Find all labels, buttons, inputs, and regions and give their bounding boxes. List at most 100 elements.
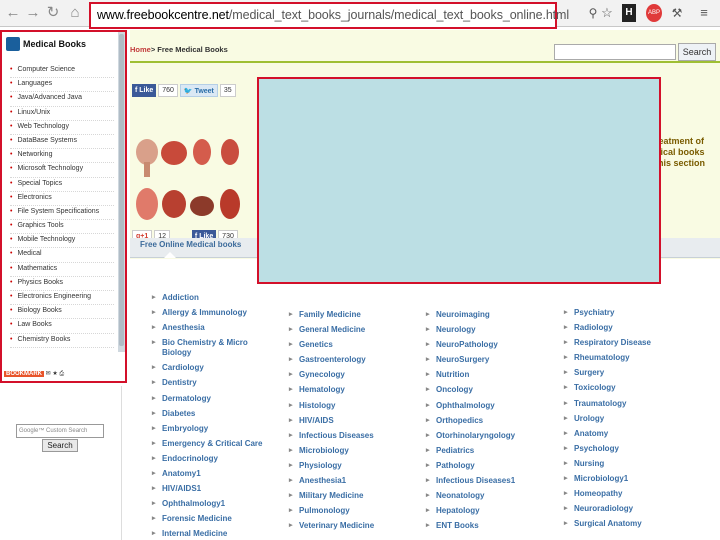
category-link[interactable]: Physiology bbox=[289, 461, 409, 471]
category-link[interactable]: Surgical Anatomy bbox=[564, 519, 684, 529]
category-link[interactable]: Neuroradiology bbox=[564, 504, 684, 514]
site-search-input[interactable] bbox=[554, 44, 676, 60]
sidebar-item[interactable]: Mathematics bbox=[10, 263, 114, 277]
category-link[interactable]: Oncology bbox=[426, 385, 546, 395]
tools-icon[interactable]: ⚒ bbox=[670, 4, 684, 22]
category-link[interactable]: Anatomy bbox=[564, 429, 684, 439]
category-link[interactable]: Microbiology1 bbox=[564, 474, 684, 484]
category-link[interactable]: Genetics bbox=[289, 340, 409, 350]
category-link[interactable]: Neonatology bbox=[426, 491, 546, 501]
category-link[interactable]: Gastroenterology bbox=[289, 355, 409, 365]
category-link[interactable]: Veterinary Medicine bbox=[289, 521, 409, 531]
sidebar-item[interactable]: Electronics bbox=[10, 192, 114, 206]
category-link[interactable]: Histology bbox=[289, 401, 409, 411]
category-link[interactable]: Ophthalmology bbox=[426, 401, 546, 411]
category-link[interactable]: Addiction bbox=[152, 293, 270, 303]
search-icon[interactable]: ⚲ bbox=[586, 4, 600, 22]
facebook-like-button[interactable]: f Like bbox=[132, 84, 157, 97]
category-link[interactable]: Hematology bbox=[289, 385, 409, 395]
tab-free-online-medical-books[interactable]: Free Online Medical books bbox=[140, 240, 241, 249]
sidebar-item[interactable]: Computer Science bbox=[10, 64, 114, 79]
category-link[interactable]: Endocrinology bbox=[152, 454, 270, 464]
sidebar-item[interactable]: Graphics Tools bbox=[10, 220, 114, 235]
category-link[interactable]: Traumatology bbox=[564, 399, 684, 409]
sidebar-item[interactable]: Medical bbox=[10, 248, 114, 263]
category-link[interactable]: Surgery bbox=[564, 368, 684, 378]
category-link[interactable]: Anesthesia bbox=[152, 323, 270, 333]
extension-h-icon[interactable]: H bbox=[622, 4, 636, 22]
reload-icon[interactable]: ↻ bbox=[44, 4, 62, 22]
category-link[interactable]: Military Medicine bbox=[289, 491, 409, 501]
category-link[interactable]: HIV/AIDS bbox=[289, 416, 409, 426]
category-link[interactable]: Anatomy1 bbox=[152, 469, 270, 479]
category-link[interactable]: General Medicine bbox=[289, 325, 409, 335]
sidebar-item[interactable]: DataBase Systems bbox=[10, 135, 114, 150]
category-link[interactable]: Pediatrics bbox=[426, 446, 546, 456]
sidebar-item[interactable]: Biology Books bbox=[10, 305, 114, 320]
category-link[interactable]: Hepatology bbox=[426, 506, 546, 516]
sidebar-item[interactable]: Linux/Unix bbox=[10, 107, 114, 121]
category-link[interactable]: Bio Chemistry & Micro Biology bbox=[152, 338, 270, 358]
category-link[interactable]: Homeopathy bbox=[564, 489, 684, 499]
category-link[interactable]: Allergy & Immunology bbox=[152, 308, 270, 318]
category-link[interactable]: Neuroimaging bbox=[426, 310, 546, 320]
category-link[interactable]: Emergency & Critical Care bbox=[152, 439, 270, 449]
category-link[interactable]: NeuroPathology bbox=[426, 340, 546, 350]
category-link[interactable]: Forensic Medicine bbox=[152, 514, 270, 524]
google-search-input[interactable]: Google™ Custom Search bbox=[16, 424, 104, 438]
category-link[interactable]: Rheumatology bbox=[564, 353, 684, 363]
category-link[interactable]: Neurology bbox=[426, 325, 546, 335]
category-link[interactable]: Gynecology bbox=[289, 370, 409, 380]
category-link[interactable]: Orthopedics bbox=[426, 416, 546, 426]
category-link[interactable]: Nutrition bbox=[426, 370, 546, 380]
sidebar-item[interactable]: Special Topics bbox=[10, 178, 114, 192]
category-link[interactable]: Respiratory Disease bbox=[564, 338, 684, 348]
category-link[interactable]: Internal Medicine bbox=[152, 529, 270, 539]
category-link[interactable]: Family Medicine bbox=[289, 310, 409, 320]
sidebar-item[interactable]: File System Specifications bbox=[10, 206, 114, 221]
category-link[interactable]: Diabetes bbox=[152, 409, 270, 419]
menu-icon[interactable]: ≡ bbox=[696, 4, 712, 22]
category-link[interactable]: HIV/AIDS1 bbox=[152, 484, 270, 494]
category-link[interactable]: Urology bbox=[564, 414, 684, 424]
category-link[interactable]: Otorhinolaryngology bbox=[426, 431, 546, 441]
sidebar-item[interactable]: Physics Books bbox=[10, 277, 114, 291]
category-link[interactable]: Psychology bbox=[564, 444, 684, 454]
category-link[interactable]: Ophthalmology1 bbox=[152, 499, 270, 509]
sidebar-item[interactable]: Languages bbox=[10, 78, 114, 93]
google-search-button[interactable]: Search bbox=[42, 439, 78, 452]
category-link[interactable]: Psychiatry bbox=[564, 308, 684, 318]
tweet-button[interactable]: 🐦 Tweet bbox=[179, 84, 218, 97]
category-link[interactable]: Dermatology bbox=[152, 394, 270, 404]
address-bar[interactable]: www.freebookcentre.net/medical_text_book… bbox=[89, 2, 569, 29]
category-link[interactable]: Radiology bbox=[564, 323, 684, 333]
category-link[interactable]: ENT Books bbox=[426, 521, 546, 531]
extension-abp-icon[interactable]: ABP bbox=[646, 4, 662, 22]
sidebar-item[interactable]: Chemistry Books bbox=[10, 334, 114, 348]
category-link[interactable]: Cardiology bbox=[152, 363, 270, 373]
sidebar-item[interactable]: Networking bbox=[10, 149, 114, 164]
category-link[interactable]: Anesthesia1 bbox=[289, 476, 409, 486]
category-link[interactable]: Infectious Diseases bbox=[289, 431, 409, 441]
star-icon[interactable]: ☆ bbox=[600, 4, 614, 22]
sidebar-item[interactable]: Java/Advanced Java bbox=[10, 92, 114, 107]
category-link[interactable]: Microbiology bbox=[289, 446, 409, 456]
home-icon[interactable]: ⌂ bbox=[66, 4, 84, 22]
sidebar-item[interactable]: Law Books bbox=[10, 319, 114, 334]
category-link[interactable]: Toxicology bbox=[564, 383, 684, 393]
sidebar-item[interactable]: Microsoft Technology bbox=[10, 163, 114, 178]
category-link[interactable]: NeuroSurgery bbox=[426, 355, 546, 365]
back-icon[interactable]: ← bbox=[4, 4, 22, 22]
category-link[interactable]: Dentistry bbox=[152, 378, 270, 388]
sidebar-scrollbar[interactable] bbox=[118, 32, 125, 352]
category-link[interactable]: Embryology bbox=[152, 424, 270, 434]
forward-icon[interactable]: → bbox=[24, 4, 42, 22]
sidebar-item[interactable]: Electronics Engineering bbox=[10, 291, 114, 306]
category-link[interactable]: Infectious Diseases1 bbox=[426, 476, 546, 486]
breadcrumb-home-link[interactable]: Home bbox=[130, 45, 151, 54]
site-search-button[interactable]: Search bbox=[678, 43, 716, 61]
bookmark-button[interactable]: BOOKMARK ✉ ★ ⎙ bbox=[4, 370, 64, 378]
category-link[interactable]: Nursing bbox=[564, 459, 684, 469]
sidebar-item[interactable]: Web Technology bbox=[10, 121, 114, 135]
category-link[interactable]: Pathology bbox=[426, 461, 546, 471]
